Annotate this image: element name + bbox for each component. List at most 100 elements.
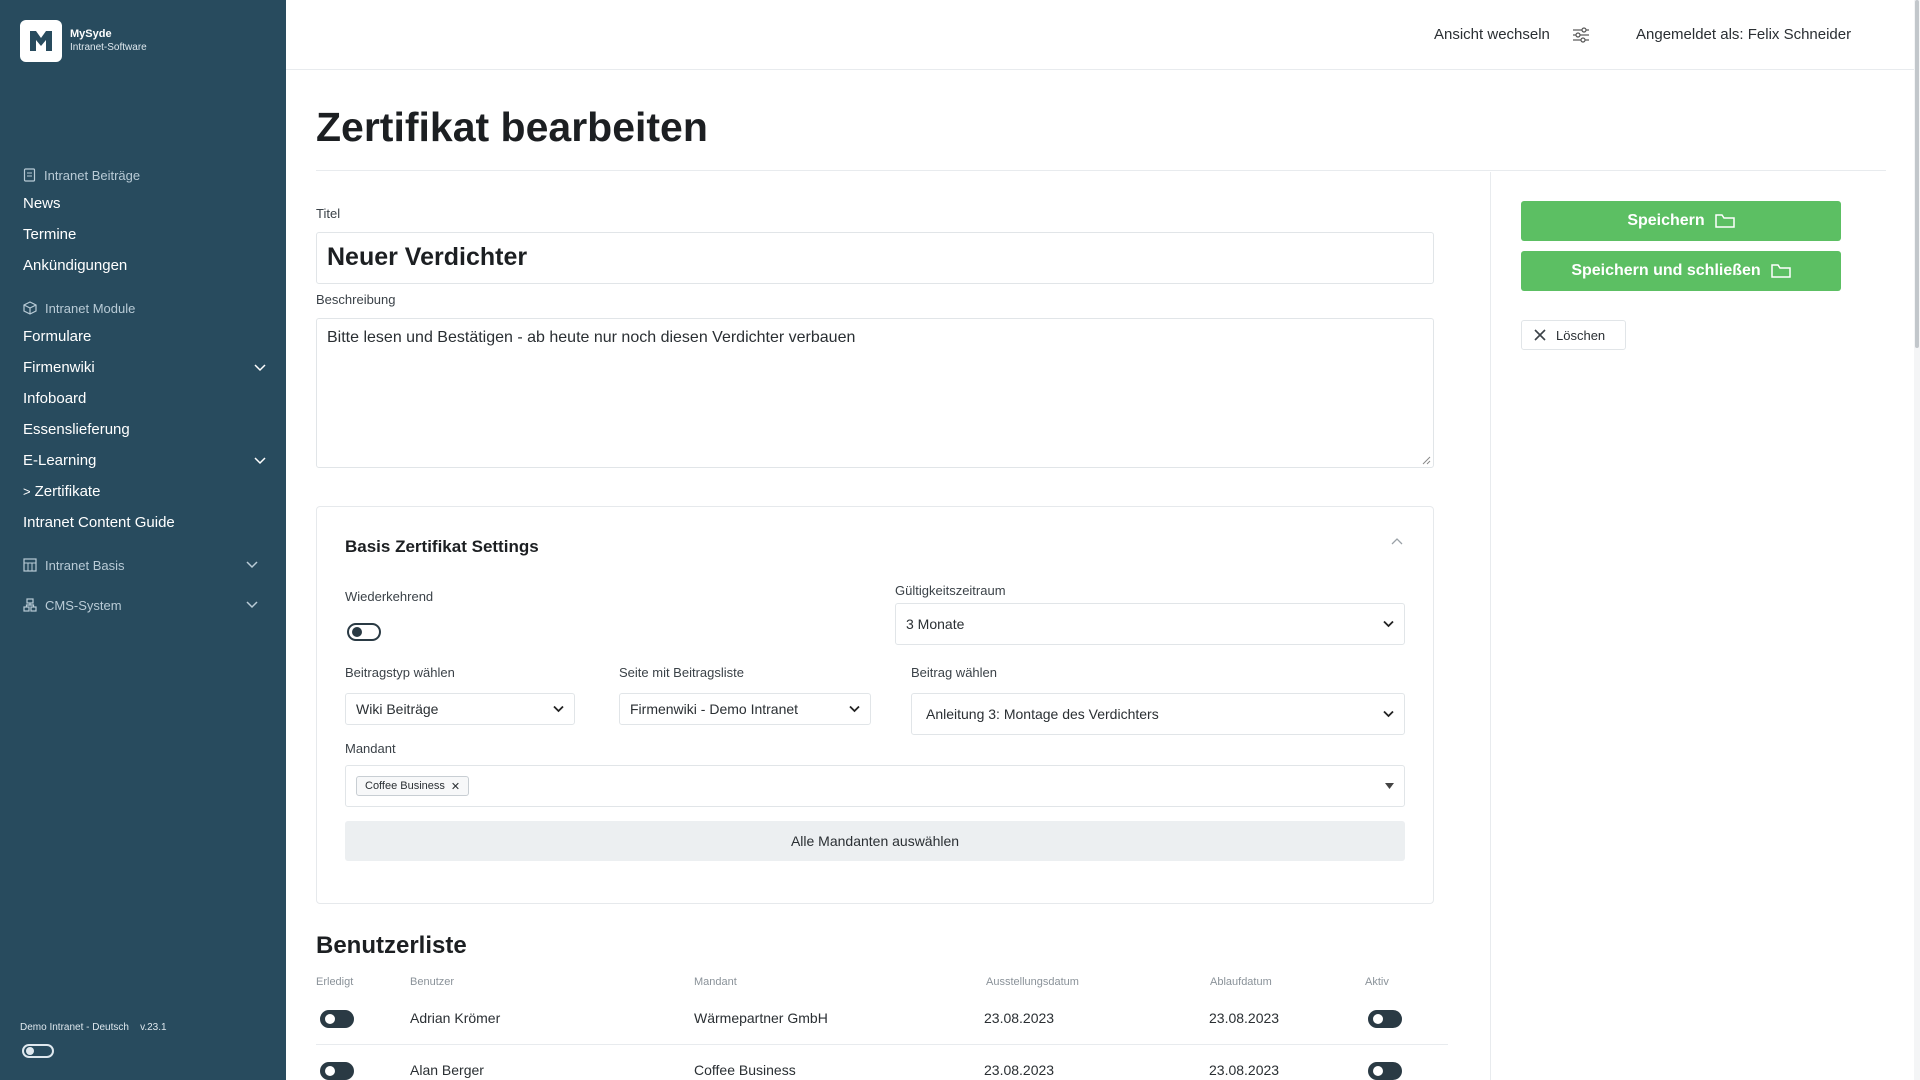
expiry-date: 23.08.2023: [1209, 1062, 1280, 1078]
client-label: Mandant: [345, 741, 396, 756]
sidebar-item-label: Termine: [23, 226, 77, 243]
delete-button[interactable]: Löschen: [1521, 320, 1626, 350]
sidebar-group-label: CMS-System: [45, 597, 122, 613]
sidebar-group-intranet-module[interactable]: Intranet Module: [0, 295, 286, 321]
user-name: Alan Berger: [410, 1062, 484, 1078]
chevron-down-icon: [246, 561, 258, 569]
client-multiselect[interactable]: Coffee Business ✕: [345, 765, 1405, 807]
column-header: Ausstellungsdatum: [986, 976, 1079, 988]
chevron-up-icon[interactable]: [1391, 537, 1403, 545]
theme-toggle[interactable]: [22, 1044, 54, 1058]
save-and-close-button[interactable]: Speichern und schließen: [1521, 251, 1841, 291]
select-all-clients-button[interactable]: Alle Mandanten auswählen: [345, 821, 1405, 861]
card-title: Basis Zertifikat Settings: [345, 537, 539, 556]
scrollbar-thumb[interactable]: [1915, 0, 1919, 348]
folder-icon: [1714, 214, 1735, 228]
save-button[interactable]: Speichern: [1521, 201, 1841, 241]
sidebar-item-essenslieferung[interactable]: Essenslieferung: [0, 414, 286, 445]
brand-subtitle: Intranet-Software: [70, 42, 147, 53]
post-value: Anleitung 3: Montage des Verdichters: [926, 706, 1159, 722]
divider: [316, 1044, 1448, 1045]
sidebar-item-firmenwiki[interactable]: Firmenwiki: [0, 352, 286, 383]
post-type-select[interactable]: Wiki Beiträge: [345, 693, 575, 725]
sidebar-item-intranet-content-guide[interactable]: Intranet Content Guide: [0, 507, 286, 538]
done-toggle[interactable]: [320, 1062, 354, 1080]
document-icon: [23, 168, 36, 182]
divider: [1490, 172, 1491, 1080]
sidebar-item-e-learning[interactable]: E-Learning: [0, 445, 286, 476]
active-toggle[interactable]: [1368, 1062, 1402, 1080]
description-textarea[interactable]: Bitte lesen und Bestätigen - ab heute nu…: [316, 318, 1434, 468]
remove-tag-icon[interactable]: ✕: [451, 780, 460, 793]
chevron-down-icon: [553, 705, 564, 713]
sidebar-item-ankuendigungen[interactable]: Ankündigungen: [0, 250, 286, 281]
sidebar-item-label: Intranet Content Guide: [23, 514, 175, 531]
user-name: Adrian Krömer: [410, 1010, 501, 1026]
recurring-toggle[interactable]: [347, 623, 381, 641]
brand[interactable]: MySyde Intranet-Software: [20, 20, 147, 62]
post-select[interactable]: Anleitung 3: Montage des Verdichters: [911, 693, 1405, 735]
issued-date: 23.08.2023: [984, 1010, 1055, 1026]
resize-handle-icon[interactable]: [1422, 456, 1431, 465]
sliders-icon: [1572, 26, 1589, 43]
sidebar-footer-text: Demo Intranet - Deutsch: [20, 1022, 129, 1033]
sidebar-item-label: Zertifikate: [34, 483, 101, 500]
column-header: Mandant: [694, 976, 737, 988]
post-list-label: Seite mit Beitragsliste: [619, 665, 744, 680]
validity-label: Gültigkeitszeitraum: [895, 583, 1006, 598]
topbar: Ansicht wechseln Angemeldet als: Felix S…: [286, 0, 1920, 70]
scrollbar[interactable]: [1914, 0, 1920, 1080]
validity-value: 3 Monate: [906, 616, 965, 632]
column-header: Aktiv: [1365, 976, 1389, 988]
sidebar-nav: Intranet Beiträge News Termine Ankündigu…: [0, 162, 286, 618]
delete-label: Löschen: [1556, 327, 1606, 343]
sidebar: MySyde Intranet-Software Intranet Beiträ…: [0, 0, 286, 1080]
sidebar-item-termine[interactable]: Termine: [0, 219, 286, 250]
certificate-settings-card: Basis Zertifikat Settings Wiederkehrend …: [316, 506, 1434, 904]
sidebar-group-label: Intranet Beiträge: [44, 167, 141, 183]
post-type-value: Wiki Beiträge: [356, 701, 439, 717]
chevron-down-icon: [1383, 620, 1394, 628]
sidebar-item-formulare[interactable]: Formulare: [0, 321, 286, 352]
close-icon: [1534, 329, 1546, 341]
box-icon: [23, 301, 37, 315]
chevron-down-icon: [1383, 710, 1394, 718]
post-list-select[interactable]: Firmenwiki - Demo Intranet: [619, 693, 871, 725]
sidebar-group-intranet-beitraege[interactable]: Intranet Beiträge: [0, 162, 286, 188]
page-title: Zertifikat bearbeiten: [316, 104, 708, 150]
expiry-date: 23.08.2023: [1209, 1010, 1280, 1026]
client-tag: Coffee Business ✕: [356, 776, 470, 796]
description-label: Beschreibung: [316, 292, 396, 307]
chevron-down-icon: [254, 456, 266, 464]
sidebar-item-label: Firmenwiki: [23, 359, 95, 376]
post-label: Beitrag wählen: [911, 665, 997, 680]
user-client: Wärmepartner GmbH: [694, 1010, 828, 1026]
recurring-label: Wiederkehrend: [345, 589, 434, 604]
sidebar-group-label: Intranet Module: [45, 300, 136, 316]
divider: [316, 170, 1886, 171]
column-header: Erledigt: [316, 976, 354, 988]
sidebar-item-label: Ankündigungen: [23, 257, 128, 274]
client-tag-label: Coffee Business: [365, 780, 445, 792]
brand-logo-icon: [20, 20, 62, 62]
issued-date: 23.08.2023: [984, 1062, 1055, 1078]
caret-down-icon: [1385, 783, 1394, 789]
post-list-value: Firmenwiki - Demo Intranet: [630, 701, 799, 717]
sidebar-group-cms-system[interactable]: CMS-System: [0, 592, 286, 618]
brand-name: MySyde: [70, 28, 112, 40]
sidebar-item-infoboard[interactable]: Infoboard: [0, 383, 286, 414]
validity-select[interactable]: 3 Monate: [895, 603, 1405, 645]
version-label: v.23.1: [140, 1022, 167, 1033]
title-input[interactable]: Neuer Verdichter: [316, 232, 1434, 284]
sidebar-item-label: E-Learning: [23, 452, 97, 469]
sidebar-group-intranet-basis[interactable]: Intranet Basis: [0, 552, 286, 578]
column-header: Ablaufdatum: [1210, 976, 1272, 988]
done-toggle[interactable]: [320, 1010, 354, 1028]
active-toggle[interactable]: [1368, 1010, 1402, 1028]
title-label: Titel: [316, 206, 341, 221]
view-switch-button[interactable]: Ansicht wechseln: [1434, 26, 1590, 43]
save-label: Speichern: [1627, 212, 1705, 229]
sidebar-item-label: Infoboard: [23, 390, 87, 407]
sidebar-item-news[interactable]: News: [0, 188, 286, 219]
sidebar-item-zertifikate[interactable]: > Zertifikate: [0, 476, 286, 507]
